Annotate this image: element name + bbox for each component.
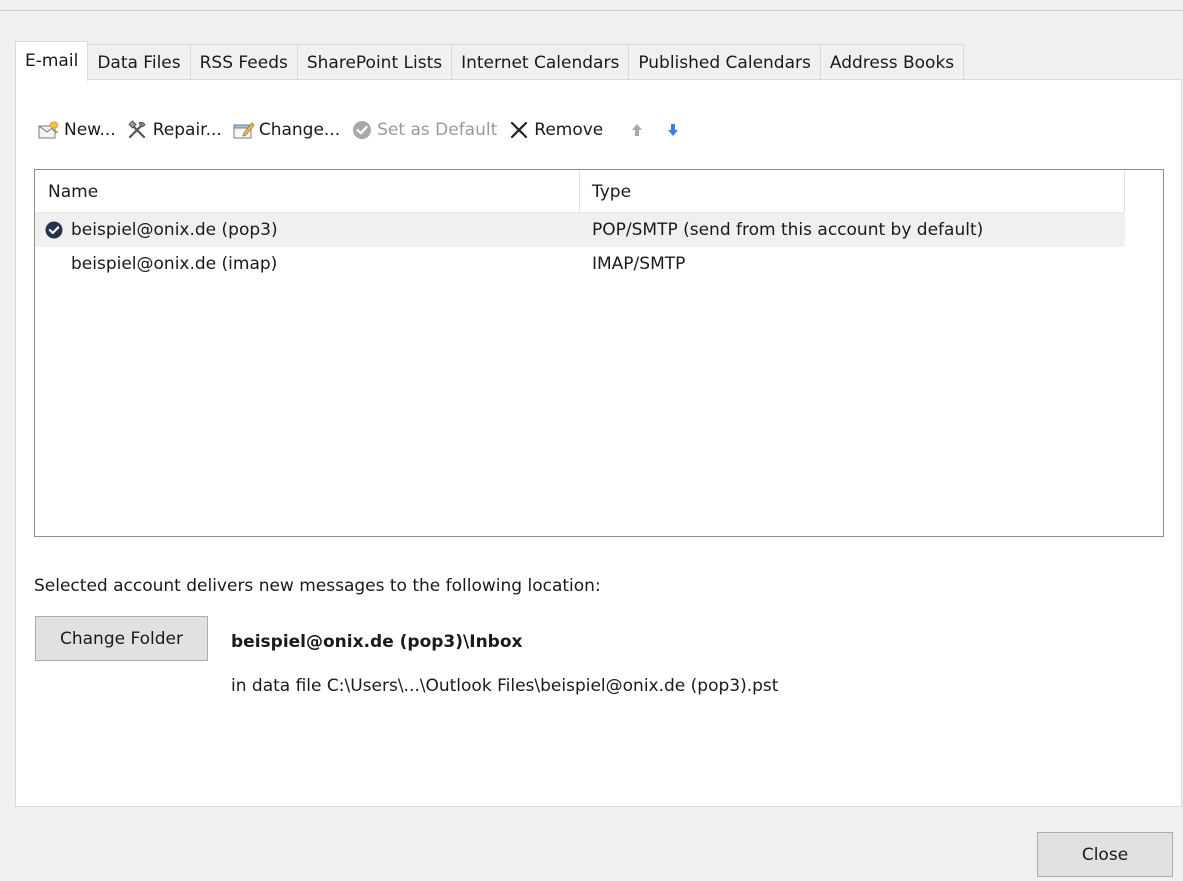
- tab-strip: E-mail Data Files RSS Feeds SharePoint L…: [15, 41, 965, 81]
- change-account-icon: [232, 118, 256, 142]
- remove-button[interactable]: Remove: [507, 118, 603, 142]
- delivery-folder-path: beispiel@onix.de (pop3)\Inbox: [231, 632, 523, 652]
- account-type: IMAP/SMTP: [592, 254, 686, 274]
- new-account-icon: [37, 118, 61, 142]
- tab-sharepoint-lists[interactable]: SharePoint Lists: [297, 44, 453, 80]
- new-button[interactable]: New...: [37, 118, 116, 142]
- tab-address-books[interactable]: Address Books: [820, 44, 965, 80]
- tab-internet-calendars[interactable]: Internet Calendars: [452, 44, 630, 80]
- account-list: Name Type beispiel@onix.de (pop3) POP/SM…: [34, 169, 1164, 537]
- empty-check-slot: [44, 254, 64, 274]
- data-file-path: in data file C:\Users\...\Outlook Files\…: [231, 676, 779, 696]
- account-row[interactable]: beispiel@onix.de (pop3) POP/SMTP (send f…: [35, 213, 1125, 247]
- tab-rss-feeds[interactable]: RSS Feeds: [190, 44, 298, 80]
- change-button[interactable]: Change...: [232, 118, 340, 142]
- arrow-down-icon[interactable]: [661, 118, 685, 142]
- email-tab-panel: New... Repair... Change... Set as Defaul…: [15, 79, 1182, 807]
- arrow-up-icon[interactable]: [625, 118, 649, 142]
- remove-x-icon: [507, 118, 531, 142]
- repair-button[interactable]: Repair...: [126, 118, 222, 142]
- top-divider: [0, 10, 1183, 11]
- account-name-cell: beispiel@onix.de (pop3): [44, 213, 278, 247]
- column-header-name[interactable]: Name: [35, 170, 580, 212]
- new-button-label: New...: [64, 120, 116, 140]
- delivery-location-label: Selected account delivers new messages t…: [34, 576, 601, 596]
- change-folder-button[interactable]: Change Folder: [35, 616, 208, 661]
- set-as-default-button[interactable]: Set as Default: [350, 118, 497, 142]
- account-name: beispiel@onix.de (imap): [71, 254, 278, 274]
- remove-button-label: Remove: [534, 120, 604, 140]
- close-button[interactable]: Close: [1037, 832, 1173, 877]
- set-as-default-label: Set as Default: [377, 120, 498, 140]
- tab-data-files[interactable]: Data Files: [88, 44, 191, 80]
- account-type: POP/SMTP (send from this account by defa…: [592, 220, 984, 240]
- repair-tools-icon: [126, 118, 150, 142]
- tab-email[interactable]: E-mail: [15, 41, 89, 81]
- change-button-label: Change...: [258, 120, 341, 140]
- account-row[interactable]: beispiel@onix.de (imap) IMAP/SMTP: [35, 247, 1125, 281]
- account-name-cell: beispiel@onix.de (imap): [44, 247, 277, 281]
- column-header-type[interactable]: Type: [581, 170, 1125, 212]
- account-toolbar: New... Repair... Change... Set as Defaul…: [37, 114, 685, 146]
- list-header: Name Type: [35, 170, 1125, 213]
- default-account-check-icon: [44, 220, 64, 240]
- tab-published-calendars[interactable]: Published Calendars: [629, 44, 821, 80]
- repair-button-label: Repair...: [152, 120, 222, 140]
- account-name: beispiel@onix.de (pop3): [71, 220, 278, 240]
- check-circle-icon: [350, 118, 374, 142]
